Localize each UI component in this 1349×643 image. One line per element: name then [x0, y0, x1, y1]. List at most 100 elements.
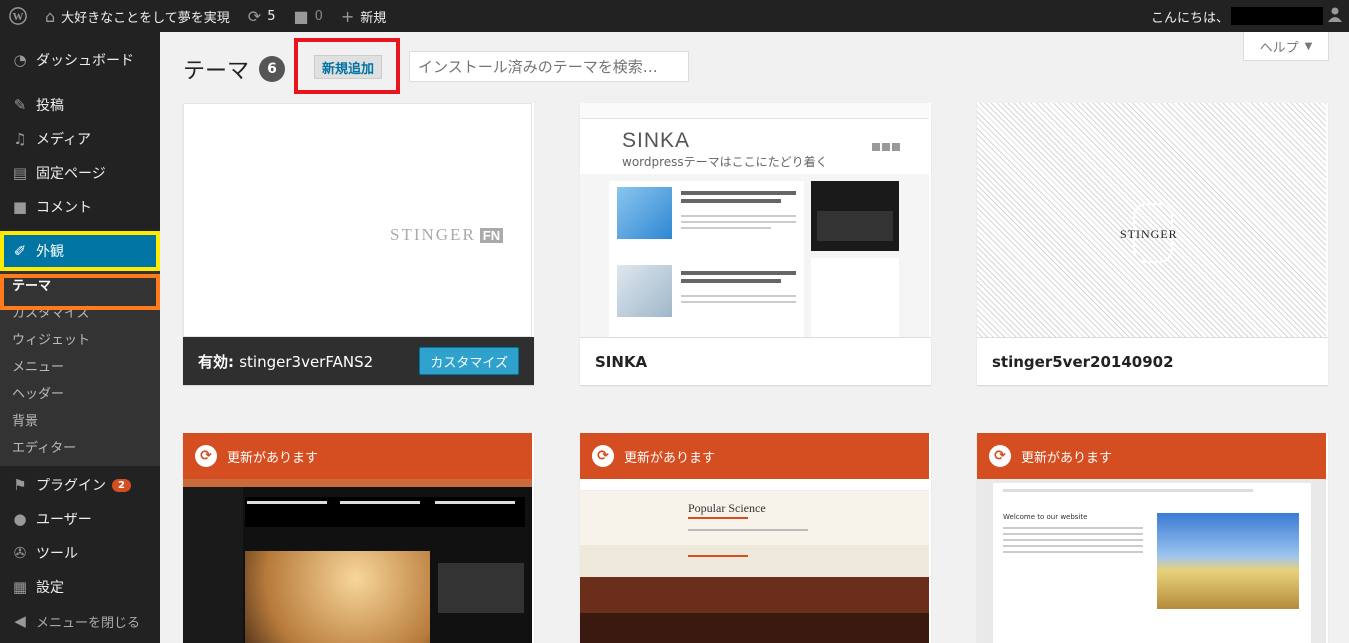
redacted-username: [1231, 7, 1323, 25]
wrench-icon: ✇: [13, 544, 27, 562]
theme-card-sinka-footer: SINKA: [580, 337, 931, 385]
menu-settings-label: 設定: [36, 580, 64, 596]
menu-settings[interactable]: ▦ 設定: [0, 570, 160, 604]
menu-dashboard[interactable]: ◔ ダッシュボード: [0, 43, 160, 77]
pages-icon: ▤: [12, 164, 28, 182]
comments-count: 0: [314, 8, 323, 24]
update-notice-2[interactable]: ⟳ 更新があります: [580, 433, 929, 479]
theme-card-stinger5-footer: stinger5ver20140902: [977, 337, 1328, 385]
customize-button[interactable]: カスタマイズ: [419, 347, 519, 375]
comments-link[interactable]: ■ 0: [284, 0, 331, 32]
theme-card-active-footer: 有効: stinger3verFANS2 カスタマイズ: [183, 337, 534, 385]
theme-screenshot-sinka: SINKA wordpressテーマはここにたどり着く: [580, 103, 929, 337]
updates-icon: ⟳: [247, 6, 262, 26]
theme-screenshot-dark: ⟳ 更新があります: [183, 433, 532, 643]
menu-media[interactable]: ♫ メディア: [0, 122, 160, 156]
active-prefix: 有効:: [198, 352, 234, 371]
collapse-menu-button[interactable]: ◀ メニューを閉じる: [0, 604, 160, 638]
plugins-update-badge: 2: [112, 478, 131, 492]
sinka-logo: SINKA: [622, 129, 691, 152]
menu-plugins-label: プラグイン: [36, 478, 106, 494]
menu-users[interactable]: ● ユーザー: [0, 502, 160, 536]
menu-posts[interactable]: ✎ 投稿: [0, 88, 160, 122]
theme-screenshot-popsci: ⟳ 更新があります Popular Science: [580, 433, 929, 643]
theme-search-input[interactable]: [409, 51, 689, 82]
update-notice-1[interactable]: ⟳ 更新があります: [183, 433, 532, 479]
theme-screenshot-stinger3: STINGER FN: [183, 103, 532, 337]
new-label: 新規: [360, 10, 387, 26]
site-name-link[interactable]: ⌂ 大好きなことをして夢を実現: [36, 0, 239, 32]
submenu-widgets[interactable]: ウィジェット: [0, 325, 160, 352]
stinger5-logo: STINGER: [1120, 227, 1178, 241]
menu-users-label: ユーザー: [36, 512, 92, 528]
submenu-menus[interactable]: メニュー: [0, 352, 160, 379]
collapse-menu-label: メニューを閉じる: [36, 615, 141, 631]
submenu-background[interactable]: 背景: [0, 406, 160, 433]
theme-card-active[interactable]: STINGER FN 有効: stinger3verFANS2 カスタマイズ: [183, 103, 534, 385]
home-icon: ⌂: [45, 6, 56, 26]
menu-tools[interactable]: ✇ ツール: [0, 536, 160, 570]
update-icon: ⟳: [195, 445, 217, 467]
site-name: 大好きなことをして夢を実現: [61, 10, 230, 26]
help-label: ヘルプ: [1259, 40, 1299, 56]
theme-card-update-2[interactable]: ⟳ 更新があります Popular Science: [580, 433, 931, 643]
stinger-fn-logo-badge: FN: [479, 227, 504, 243]
submenu-editor[interactable]: エディター: [0, 433, 160, 460]
update-icon: ⟳: [592, 445, 614, 467]
update-notice-label-3: 更新があります: [1021, 450, 1113, 466]
update-icon: ⟳: [989, 445, 1011, 467]
admin-sidebar: ◔ ダッシュボード ✎ 投稿 ♫ メディア ▤ 固定ページ ■ コメント ✐ 外…: [0, 32, 160, 643]
my-account-link[interactable]: こんにちは、: [1142, 0, 1349, 32]
admin-bar: W ⌂ 大好きなことをして夢を実現 ⟳ 5 ■ 0 + 新規 こんにちは、: [0, 0, 1349, 32]
updates-count: 5: [267, 8, 276, 24]
menu-plugins[interactable]: ⚑ プラグイン 2: [0, 468, 160, 502]
wordpress-logo-icon[interactable]: W: [0, 0, 36, 32]
theme-card-update-1[interactable]: ⟳ 更新があります: [183, 433, 534, 643]
sinka-tagline: wordpressテーマはここにたどり着く: [622, 155, 828, 169]
menu-media-label: メディア: [36, 132, 92, 148]
user-avatar-icon: [1327, 6, 1343, 26]
dashboard-icon: ◔: [13, 51, 27, 69]
theme-name-sinka: SINKA: [595, 352, 648, 371]
update-notice-3[interactable]: ⟳ 更新があります: [977, 433, 1326, 479]
theme-name-stinger5: stinger5ver20140902: [992, 352, 1174, 371]
theme-card-sinka[interactable]: SINKA wordpressテーマはここにたどり着く SINKA: [580, 103, 931, 385]
active-theme-label: stinger3verFANS2: [239, 352, 374, 371]
submenu-header[interactable]: ヘッダー: [0, 379, 160, 406]
popsci-title: Popular Science: [688, 501, 766, 515]
comment-icon: ■: [293, 6, 309, 26]
media-icon: ♫: [13, 130, 27, 148]
theme-card-stinger5[interactable]: STINGER stinger5ver20140902: [977, 103, 1328, 385]
new-content-link[interactable]: + 新規: [332, 0, 395, 32]
theme-card-update-3[interactable]: ⟳ 更新があります Welcome to our website: [977, 433, 1328, 643]
user-icon: ●: [13, 510, 27, 528]
welcome-title: Welcome to our website: [1003, 513, 1088, 521]
active-theme-name: 有効: stinger3verFANS2: [198, 351, 373, 372]
menu-comments-label: コメント: [36, 200, 92, 216]
settings-icon: ▦: [12, 578, 28, 596]
updates-link[interactable]: ⟳ 5: [239, 0, 285, 32]
menu-comments[interactable]: ■ コメント: [0, 190, 160, 224]
menu-pages-label: 固定ページ: [36, 166, 106, 182]
theme-count-badge: 6: [259, 56, 286, 82]
pin-icon: ✎: [13, 96, 27, 114]
plus-icon: +: [340, 6, 355, 26]
add-new-theme-button[interactable]: 新規追加: [314, 55, 382, 79]
menu-posts-label: 投稿: [36, 98, 64, 114]
theme-screenshot-welcome: ⟳ 更新があります Welcome to our website: [977, 433, 1326, 643]
greeting: こんにちは、: [1150, 10, 1229, 26]
stinger-fn-logo: STINGER: [390, 225, 476, 244]
highlight-appearance: [0, 231, 160, 271]
theme-screenshot-stinger5: STINGER: [977, 103, 1326, 337]
collapse-icon: ◀: [14, 612, 26, 630]
svg-text:W: W: [13, 11, 24, 23]
menu-dashboard-label: ダッシュボード: [36, 53, 134, 69]
page-title: テーマ 6: [183, 53, 286, 85]
comment-icon: ■: [12, 198, 28, 216]
triangle-down-icon: ▼: [1304, 40, 1313, 52]
page-title-text: テーマ: [183, 59, 250, 84]
plugin-icon: ⚑: [13, 476, 27, 494]
menu-pages[interactable]: ▤ 固定ページ: [0, 156, 160, 190]
update-notice-label-2: 更新があります: [624, 450, 716, 466]
help-tab-button[interactable]: ヘルプ ▼: [1243, 32, 1329, 61]
